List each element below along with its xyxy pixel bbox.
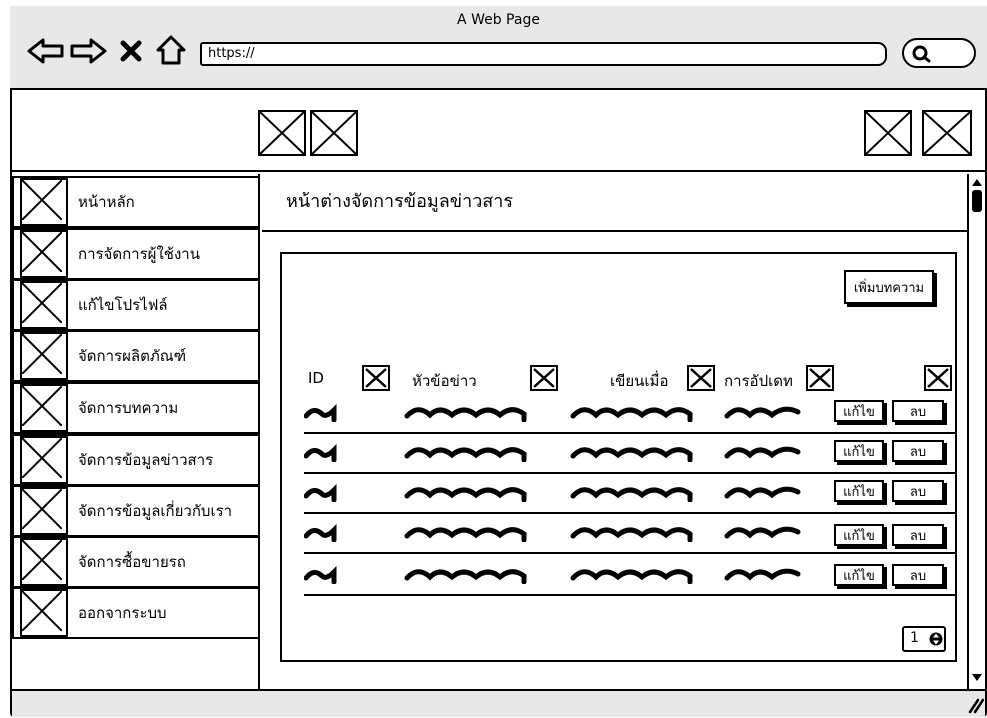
image-placeholder-icon <box>20 384 68 432</box>
search-button[interactable] <box>902 38 976 68</box>
delete-button[interactable]: ลบ <box>892 524 944 546</box>
page-stepper[interactable]: 1 <box>902 626 946 652</box>
header-bar <box>12 92 985 172</box>
page-title: หน้าต่างจัดการข้อมูลข่าวสาร <box>286 191 514 212</box>
image-placeholder-icon <box>20 487 68 535</box>
sidebar-item-label: จัดการบทความ <box>78 399 179 417</box>
back-icon[interactable] <box>26 36 66 66</box>
add-article-button[interactable]: เพิ่มบทความ <box>844 270 934 304</box>
delete-button[interactable]: ลบ <box>892 564 944 586</box>
delete-button[interactable]: ลบ <box>892 440 944 462</box>
update-placeholder-scribble <box>724 446 801 459</box>
table-row: แก้ไข ลบ <box>304 518 956 554</box>
stepper-arrows-icon[interactable] <box>929 629 943 649</box>
date-placeholder-scribble <box>570 527 693 542</box>
table-row: แก้ไข ลบ <box>304 560 956 596</box>
sort-icon-actions[interactable] <box>924 365 952 391</box>
vertical-scrollbar[interactable] <box>967 174 985 689</box>
search-icon <box>912 45 931 63</box>
table-row: แก้ไข ลบ <box>304 438 956 474</box>
sidebar-item-articles[interactable]: จัดการบทความ <box>12 382 260 434</box>
image-placeholder-icon <box>20 538 68 586</box>
home-icon[interactable] <box>154 34 188 66</box>
sidebar-item-user-management[interactable]: การจัดการผู้ใช้งาน <box>12 228 260 280</box>
edit-button[interactable]: แก้ไข <box>834 400 884 422</box>
image-placeholder-icon <box>20 281 68 329</box>
sidebar-item-home[interactable]: หน้าหลัก <box>12 176 260 228</box>
title-placeholder-scribble <box>404 527 527 542</box>
table-row: แก้ไข ลบ <box>304 398 956 434</box>
window-title: A Web Page <box>457 12 540 28</box>
status-bar <box>12 689 985 717</box>
sidebar-item-label: หน้าหลัก <box>78 193 135 211</box>
title-placeholder-scribble <box>404 569 527 584</box>
id-placeholder-scribble <box>304 444 337 462</box>
sidebar-item-news[interactable]: จัดการข้อมูลข่าวสาร <box>12 434 260 486</box>
resize-grip-icon[interactable] <box>964 696 985 714</box>
sort-icon-id[interactable] <box>362 365 390 391</box>
sidebar-item-car-trading[interactable]: จัดการซื้อขายรถ <box>12 536 260 588</box>
row-divider <box>304 472 956 474</box>
sort-icon-news-title[interactable] <box>530 365 558 391</box>
sidebar-item-label: จัดการซื้อขายรถ <box>78 553 186 571</box>
column-header-written-on: เขียนเมื่อ <box>610 372 669 390</box>
header-image-3 <box>864 110 912 156</box>
row-divider <box>304 432 956 434</box>
page-number: 1 <box>910 630 919 646</box>
date-placeholder-scribble <box>570 487 693 502</box>
image-placeholder-icon <box>20 589 68 637</box>
column-header-updated: การอัปเดท <box>724 372 793 390</box>
stop-icon[interactable] <box>118 38 144 64</box>
id-placeholder-scribble <box>304 566 337 584</box>
column-header-id: ID <box>308 369 324 387</box>
sidebar-item-products[interactable]: จัดการผลิตภัณฑ์ <box>12 330 260 382</box>
edit-button[interactable]: แก้ไข <box>834 480 884 502</box>
sidebar-item-label: จัดการผลิตภัณฑ์ <box>78 347 187 365</box>
forward-icon[interactable] <box>68 36 108 66</box>
header-image-4 <box>922 110 972 156</box>
column-header-news-title: หัวข้อข่าว <box>412 372 477 390</box>
title-placeholder-scribble <box>404 487 527 502</box>
date-placeholder-scribble <box>570 569 693 584</box>
row-divider <box>304 552 956 554</box>
id-placeholder-scribble <box>304 404 337 422</box>
update-placeholder-scribble <box>724 486 801 499</box>
update-placeholder-scribble <box>724 406 801 419</box>
url-input[interactable]: https:// <box>200 42 887 66</box>
image-placeholder-icon <box>20 436 68 484</box>
header-image-2 <box>310 110 358 156</box>
delete-button[interactable]: ลบ <box>892 400 944 422</box>
id-placeholder-scribble <box>304 484 337 502</box>
sidebar-item-edit-profile[interactable]: แก้ไขโปรไฟล์ <box>12 279 260 331</box>
update-placeholder-scribble <box>724 526 801 539</box>
sidebar-item-logout[interactable]: ออกจากระบบ <box>12 587 260 639</box>
sidebar-item-label: ออกจากระบบ <box>78 604 167 622</box>
sort-icon-written-on[interactable] <box>687 365 715 391</box>
title-divider <box>262 230 967 232</box>
image-placeholder-icon <box>20 230 68 278</box>
row-divider <box>304 512 956 514</box>
edit-button[interactable]: แก้ไข <box>834 564 884 586</box>
sidebar-item-label: แก้ไขโปรไฟล์ <box>78 296 168 314</box>
edit-button[interactable]: แก้ไข <box>834 440 884 462</box>
sort-icon-updated[interactable] <box>806 365 834 391</box>
header-image-1 <box>258 110 306 156</box>
delete-button[interactable]: ลบ <box>892 480 944 502</box>
table-row: แก้ไข ลบ <box>304 478 956 514</box>
sidebar-item-about[interactable]: จัดการข้อมูลเกี่ยวกับเรา <box>12 485 260 537</box>
image-placeholder-icon <box>20 332 68 380</box>
title-placeholder-scribble <box>404 407 527 422</box>
date-placeholder-scribble <box>570 447 693 462</box>
sidebar: หน้าหลัก การจัดการผู้ใช้งาน แก้ไขโปรไฟล์… <box>12 174 260 689</box>
date-placeholder-scribble <box>570 407 693 422</box>
title-placeholder-scribble <box>404 447 527 462</box>
id-placeholder-scribble <box>304 524 337 542</box>
row-divider <box>304 594 956 596</box>
edit-button[interactable]: แก้ไข <box>834 524 884 546</box>
sidebar-item-label: จัดการข้อมูลข่าวสาร <box>78 451 214 469</box>
sidebar-item-label: การจัดการผู้ใช้งาน <box>78 245 200 263</box>
image-placeholder-icon <box>20 178 68 226</box>
update-placeholder-scribble <box>724 568 801 581</box>
sidebar-item-label: จัดการข้อมูลเกี่ยวกับเรา <box>78 502 233 520</box>
